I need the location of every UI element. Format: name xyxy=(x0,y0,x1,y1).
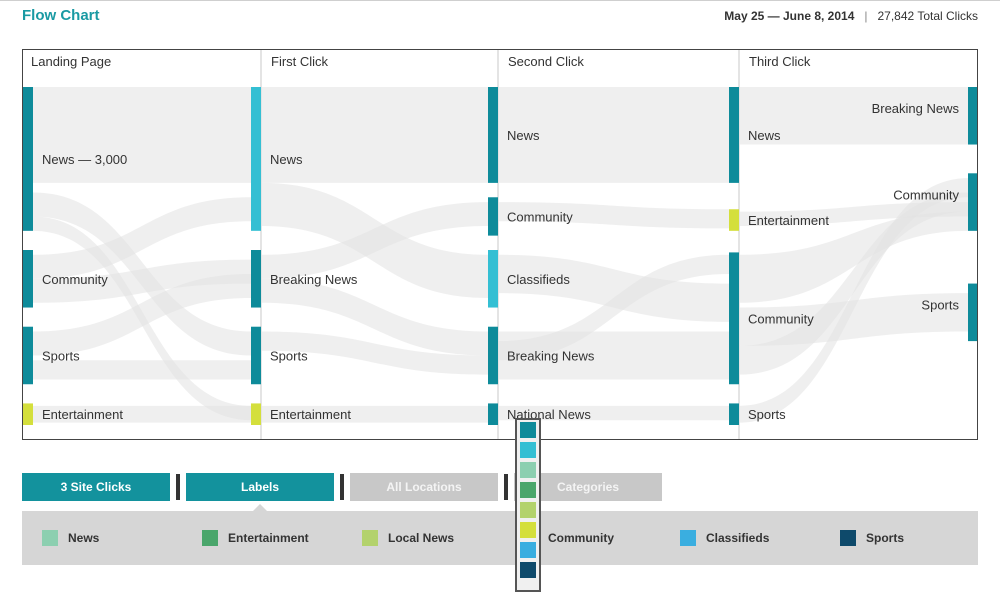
active-tab-pointer xyxy=(253,504,267,511)
node-bar-c0-2[interactable] xyxy=(23,326,33,385)
legend-item-sports[interactable]: Sports xyxy=(840,511,904,565)
node-bar-c3-0[interactable] xyxy=(729,87,739,183)
legend-label: News xyxy=(68,531,100,545)
node-label-c4-2: Sports xyxy=(921,298,959,313)
node-label-c3-2: Community xyxy=(748,311,814,326)
header-separator: | xyxy=(864,9,868,23)
color-palette-popup[interactable] xyxy=(515,418,541,592)
legend-item-news[interactable]: News xyxy=(42,511,99,565)
date-range: May 25 — June 8, 2014 xyxy=(724,9,855,23)
node-label-c4-1: Community xyxy=(893,187,959,202)
node-bar-c3-1[interactable] xyxy=(729,209,739,231)
palette-swatch-5[interactable] xyxy=(520,522,536,538)
node-bar-c2-0[interactable] xyxy=(488,87,498,183)
legend-swatch xyxy=(840,530,856,546)
node-label-c1-3: Entertainment xyxy=(270,407,351,422)
node-bar-c1-0[interactable] xyxy=(251,87,261,231)
node-bar-c2-1[interactable] xyxy=(488,197,498,236)
node-bar-c0-0[interactable] xyxy=(23,87,33,231)
legend-swatch xyxy=(42,530,58,546)
palette-swatch-7[interactable] xyxy=(520,562,536,578)
node-label-c1-1: Breaking News xyxy=(270,272,358,287)
node-bar-c4-2[interactable] xyxy=(968,283,978,342)
flow-link-0[interactable] xyxy=(33,87,251,183)
tab-labels[interactable]: Labels xyxy=(186,473,334,501)
node-bar-c4-0[interactable] xyxy=(968,87,978,145)
column-heading-1: First Click xyxy=(271,54,329,69)
tab-separator xyxy=(504,474,508,500)
node-label-c2-0: News xyxy=(507,128,540,143)
palette-swatch-2[interactable] xyxy=(520,462,536,478)
palette-swatch-4[interactable] xyxy=(520,502,536,518)
palette-swatch-0[interactable] xyxy=(520,422,536,438)
flow-link-8[interactable] xyxy=(261,87,488,183)
legend-label: Classifieds xyxy=(706,531,770,545)
node-bar-c1-2[interactable] xyxy=(251,326,261,385)
node-bar-c0-3[interactable] xyxy=(23,403,33,425)
node-label-c2-2: Classifieds xyxy=(507,272,570,287)
legend-label: Local News xyxy=(388,531,455,545)
legend-swatch xyxy=(202,530,218,546)
node-label-c3-1: Entertainment xyxy=(748,213,829,228)
node-label-c1-0: News xyxy=(270,152,303,167)
node-label-c1-2: Sports xyxy=(270,348,308,363)
node-label-c0-3: Entertainment xyxy=(42,407,123,422)
tab-all-locations[interactable]: All Locations xyxy=(350,473,498,501)
tab-separator xyxy=(340,474,344,500)
legend-item-entertainment[interactable]: Entertainment xyxy=(202,511,309,565)
node-label-c4-0: Breaking News xyxy=(872,101,960,116)
legend-swatch xyxy=(362,530,378,546)
flow-chart-svg: News — 3,000 Community Sports Entertainment… xyxy=(23,50,978,439)
node-label-c2-1: Community xyxy=(507,209,573,224)
node-label-c0-0: News — 3,000 xyxy=(42,152,127,167)
node-bar-c3-2[interactable] xyxy=(729,252,739,385)
tab-separator xyxy=(176,474,180,500)
node-bar-c2-2[interactable] xyxy=(488,250,498,308)
node-label-c0-2: Sports xyxy=(42,348,80,363)
legend-label: Entertainment xyxy=(228,531,309,545)
node-label-c3-3: Sports xyxy=(748,407,786,422)
column-heading-0: Landing Page xyxy=(31,54,112,69)
legend-item-classifieds[interactable]: Classifieds xyxy=(680,511,769,565)
palette-swatch-6[interactable] xyxy=(520,542,536,558)
node-bar-c2-4[interactable] xyxy=(488,403,498,425)
legend-label: Sports xyxy=(866,531,905,545)
flow-chart: News — 3,000 Community Sports Entertainment… xyxy=(22,49,978,440)
node-bar-c3-3[interactable] xyxy=(729,403,739,425)
node-bar-c0-1[interactable] xyxy=(23,250,33,308)
node-bar-c4-1[interactable] xyxy=(968,173,978,231)
legend-label: Community xyxy=(548,531,614,545)
legend-swatch xyxy=(680,530,696,546)
node-bar-c1-3[interactable] xyxy=(251,403,261,425)
tab-3-site-clicks[interactable]: 3 Site Clicks xyxy=(22,473,170,501)
node-bar-c1-1[interactable] xyxy=(251,250,261,308)
legend-panel: News Entertainment Local News Community Clas… xyxy=(22,511,978,565)
top-rule xyxy=(0,0,1000,1)
column-heading-2: Second Click xyxy=(508,54,584,69)
column-heading-3: Third Click xyxy=(749,54,811,69)
palette-swatch-3[interactable] xyxy=(520,482,536,498)
node-label-c0-1: Community xyxy=(42,272,108,287)
palette-swatch-1[interactable] xyxy=(520,442,536,458)
header-stats: May 25 — June 8, 2014 | 27,842 Total Cli… xyxy=(724,9,978,23)
node-label-c2-3: Breaking News xyxy=(507,348,595,363)
node-label-c3-0: News xyxy=(748,128,781,143)
legend-item-local-news[interactable]: Local News xyxy=(362,511,454,565)
total-clicks: 27,842 Total Clicks xyxy=(877,9,979,23)
node-bar-c2-3[interactable] xyxy=(488,326,498,385)
page-title: Flow Chart xyxy=(22,7,100,24)
